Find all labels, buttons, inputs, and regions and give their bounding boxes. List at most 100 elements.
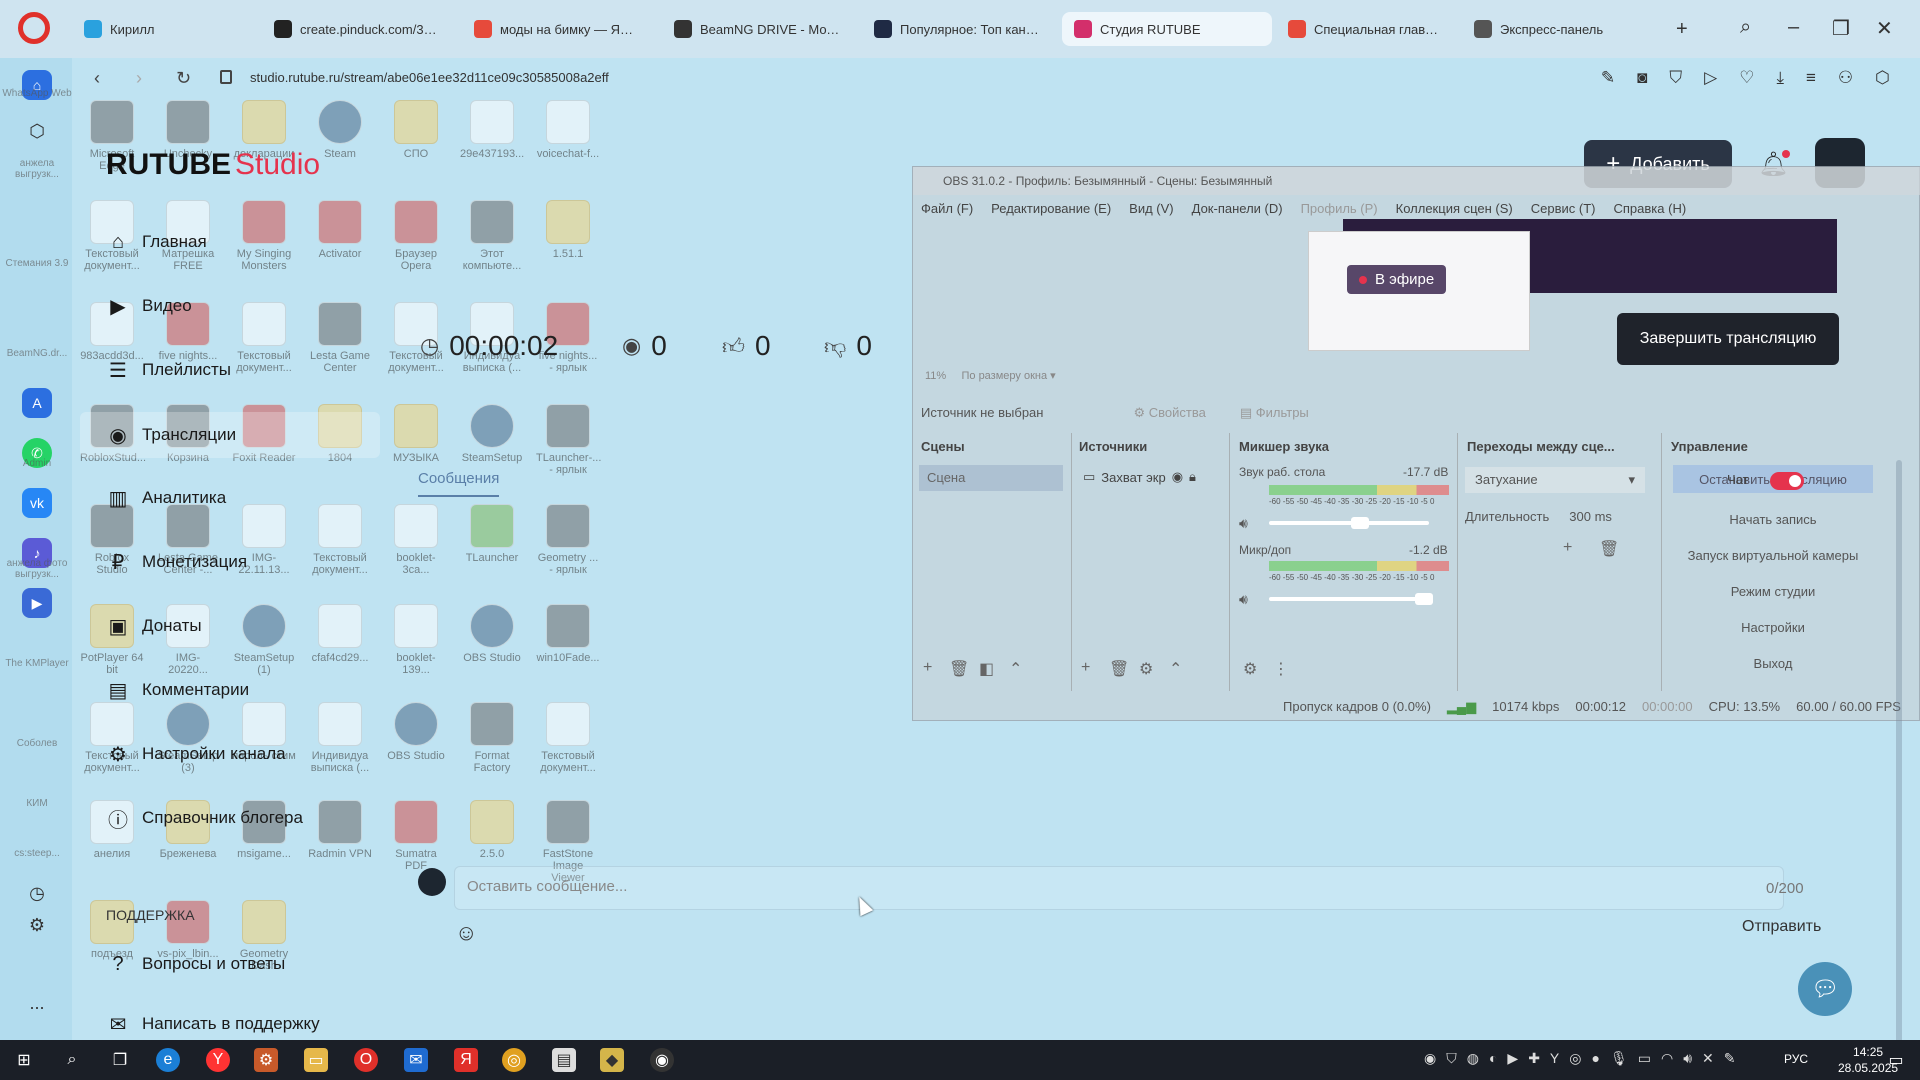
lock-icon[interactable] [220, 70, 232, 84]
desktop-icon[interactable]: Lesta Game Center [308, 302, 372, 374]
filter-icon[interactable]: ◧ [979, 659, 994, 679]
sidebar-item-8[interactable]: ⚙ Настройки канала [106, 742, 286, 766]
obs-menu-item[interactable]: Док-панели (D) [1192, 201, 1283, 216]
close-icon[interactable]: ✕ [1876, 16, 1893, 41]
obs-menu-item[interactable]: Справка (H) [1614, 201, 1687, 216]
volume-slider[interactable] [1269, 517, 1429, 529]
sidebar-item-3[interactable]: ◉ Трансляции [80, 412, 380, 458]
sidebar-item-1[interactable]: ▶ Видео [106, 294, 191, 318]
desktop-icon[interactable]: OBS Studio [384, 702, 448, 762]
desktop-icon[interactable]: booklet-139... [384, 604, 448, 676]
player-icon[interactable]: ▶ [22, 588, 52, 618]
desktop-icon[interactable]: Geometry ... - ярлык [536, 504, 600, 576]
move-up-icon[interactable]: ⌃ [1009, 659, 1022, 679]
rutube-studio-logo[interactable]: RUTUBE Studio [106, 148, 320, 182]
desktop-icon[interactable]: Radmin VPN [308, 800, 372, 860]
settings-icon[interactable]: ⚙ [22, 910, 52, 940]
desktop-icon[interactable]: TLauncher [460, 504, 524, 564]
lock-icon[interactable]: 🔒︎ [1189, 469, 1196, 485]
tray-wifi-icon[interactable]: ◠ [1661, 1050, 1673, 1067]
obs-control-button[interactable]: Начать запись [1673, 505, 1873, 533]
desktop-icon[interactable]: My Singing Monsters [232, 200, 296, 272]
obs-menu-item[interactable]: Коллекция сцен (S) [1396, 201, 1513, 216]
tray-app-icon[interactable]: ✕ [1702, 1050, 1714, 1067]
outlook-icon[interactable]: ✉ [404, 1048, 428, 1072]
tab-messages[interactable]: Сообщения [418, 470, 500, 497]
obs-menu-item[interactable]: Профиль (P) [1301, 201, 1378, 216]
pinboard-icon[interactable]: ⬡ [22, 116, 52, 146]
tray-app-icon[interactable]: ◉ [1424, 1050, 1436, 1067]
edit-icon[interactable]: ✎ [1601, 68, 1615, 88]
obs-control-button[interactable]: Настройки [1673, 613, 1873, 641]
sidebar-item-6[interactable]: ▣ Донаты [106, 614, 202, 638]
search-icon[interactable]: ⌕ [60, 1048, 84, 1072]
tray-steam-icon[interactable]: ◐ [1489, 1050, 1497, 1067]
transition-select[interactable]: Затухание ▾ [1465, 467, 1645, 493]
tray-app-icon[interactable]: ◍ [1467, 1050, 1479, 1067]
desktop-icon[interactable]: win10Fade... [536, 604, 600, 664]
sidebar-item-0[interactable]: ⌂ Главная [106, 230, 207, 254]
speaker-icon[interactable]: 🔊︎ [1239, 515, 1248, 532]
more-vertical-icon[interactable]: ⋮ [1273, 659, 1289, 679]
browser-tab[interactable]: Специальная глава Боев... [1276, 12, 1456, 46]
volume-slider-knob[interactable] [1351, 517, 1369, 529]
keyboard-language[interactable]: РУС [1784, 1052, 1808, 1066]
new-tab-button[interactable]: + [1664, 12, 1704, 46]
obs-control-button[interactable]: Запуск виртуальной камеры [1673, 541, 1873, 569]
desktop-icon[interactable]: 2.5.0 [460, 800, 524, 860]
desktop-icon[interactable]: Format Factory [460, 702, 524, 774]
obs-menu-item[interactable]: Вид (V) [1129, 201, 1173, 216]
browser-tab[interactable]: create.pinduck.com/3д... [262, 12, 452, 46]
app-store-icon[interactable]: A [22, 388, 52, 418]
help-chat-icon[interactable]: 💬︎ [1798, 962, 1852, 1016]
transition-duration[interactable]: Длительность 300 ms [1465, 509, 1612, 524]
desktop-icon[interactable]: 1.51.1 [536, 200, 600, 260]
tray-volume-icon[interactable]: 🔊︎ [1683, 1050, 1692, 1067]
obs-menu-item[interactable]: Редактирование (E) [991, 201, 1111, 216]
visibility-eye-icon[interactable]: ◉ [1172, 469, 1183, 485]
tray-app-icon[interactable]: ▶ [1507, 1050, 1518, 1067]
sidebar-item-2[interactable]: ☰ Плейлисты [106, 358, 231, 382]
camera-icon[interactable]: ◙ [1637, 68, 1647, 88]
browser-tab[interactable]: моды на бимку — Яндекс [462, 12, 652, 46]
menu-icon[interactable]: ≡ [1806, 68, 1816, 88]
sidebar-item-4[interactable]: ▥ Аналитика [106, 486, 227, 510]
support-item-1[interactable]: ✉ Написать в поддержку [106, 1012, 320, 1036]
desktop-icon[interactable]: Браузер Opera [384, 200, 448, 272]
desktop-icon[interactable]: Текстовый документ... [232, 302, 296, 374]
tray-app-icon[interactable]: ✚ [1528, 1050, 1540, 1067]
move-up-icon[interactable]: ⌃ [1169, 659, 1182, 679]
desktop-icon[interactable]: cfaf4cd29... [308, 604, 372, 664]
chat-toggle[interactable] [1770, 472, 1804, 490]
volume-slider[interactable] [1269, 593, 1433, 605]
edge-icon[interactable]: e [156, 1048, 180, 1072]
browser-tab[interactable]: Кирилл [72, 12, 252, 46]
tray-app-icon[interactable]: ◎ [1569, 1050, 1581, 1067]
tray-mic-icon[interactable]: 🎙︎ [1610, 1050, 1628, 1067]
forward-icon[interactable]: › [136, 68, 142, 89]
link-icon[interactable]: ⚙ [1243, 659, 1257, 679]
support-item-0[interactable]: ? Вопросы и ответы [106, 952, 285, 976]
app-icon[interactable]: ◆ [600, 1048, 624, 1072]
speaker-icon[interactable]: 🔊︎ [1239, 591, 1248, 608]
shield-icon[interactable]: ⛉ [1669, 68, 1682, 88]
desktop-icon[interactable]: Этот компьюте... [460, 200, 524, 272]
desktop-icon[interactable]: МУЗЫКА [384, 404, 448, 464]
desktop-icon[interactable]: TLauncher-... - ярлык [536, 404, 601, 476]
desktop-icon[interactable]: SteamSetup (1) [232, 604, 296, 676]
filters-button[interactable]: ▤ Фильтры [1240, 405, 1309, 421]
file-explorer-icon[interactable]: ▭ [304, 1048, 328, 1072]
send-button[interactable]: Отправить [1742, 918, 1821, 936]
desktop-icon[interactable]: Текстовый документ... [308, 504, 372, 576]
chat-message-input[interactable]: Оставить сообщение... [454, 866, 1784, 910]
volume-slider-knob[interactable] [1415, 593, 1433, 605]
sidebar-item-7[interactable]: ▤ Комментарии [106, 678, 250, 702]
extensions-icon[interactable]: ⬡ [1875, 68, 1890, 88]
restore-icon[interactable]: ❐ [1832, 16, 1850, 41]
search-icon[interactable]: ⌕ [1740, 16, 1751, 39]
heart-icon[interactable]: ♡ [1739, 68, 1754, 88]
properties-button[interactable]: ⚙ Свойства [1133, 405, 1205, 421]
obs-control-button[interactable]: Режим студии [1673, 577, 1873, 605]
url-field[interactable]: studio.rutube.ru/stream/abe06e1ee32d11ce… [250, 70, 609, 85]
desktop-icon[interactable]: voicechat-f... [536, 100, 600, 160]
